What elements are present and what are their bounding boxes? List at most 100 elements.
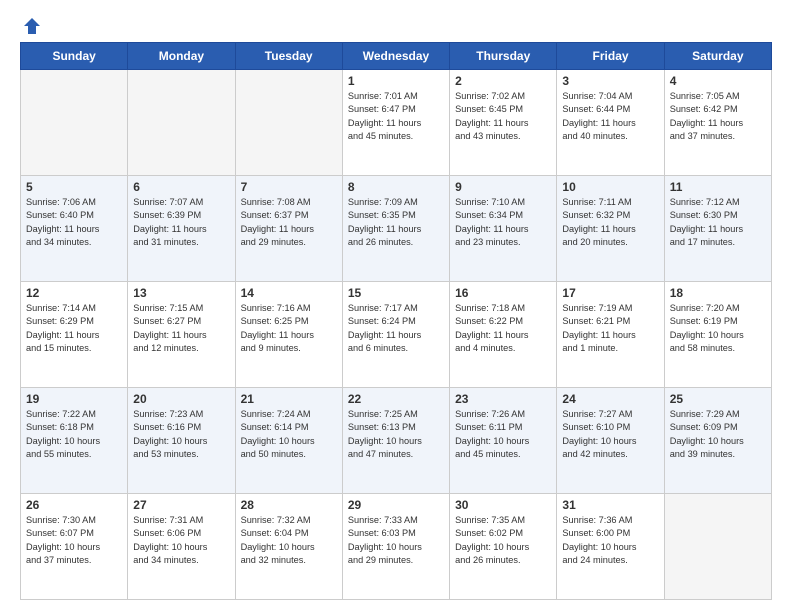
calendar-cell: 4 Sunrise: 7:05 AM Sunset: 6:42 PM Daylig…: [664, 70, 771, 176]
day-number: 16: [455, 286, 551, 300]
day-info: Sunrise: 7:15 AM Sunset: 6:27 PM Dayligh…: [133, 302, 229, 355]
calendar-cell: 16 Sunrise: 7:18 AM Sunset: 6:22 PM Dayli…: [450, 282, 557, 388]
day-number: 21: [241, 392, 337, 406]
calendar-cell: 28 Sunrise: 7:32 AM Sunset: 6:04 PM Dayli…: [235, 494, 342, 600]
weekday-header-tuesday: Tuesday: [235, 43, 342, 70]
calendar-week-2: 5 Sunrise: 7:06 AM Sunset: 6:40 PM Daylig…: [21, 176, 772, 282]
day-info: Sunrise: 7:06 AM Sunset: 6:40 PM Dayligh…: [26, 196, 122, 249]
day-number: 27: [133, 498, 229, 512]
day-number: 17: [562, 286, 658, 300]
calendar-cell: 26 Sunrise: 7:30 AM Sunset: 6:07 PM Dayli…: [21, 494, 128, 600]
day-info: Sunrise: 7:11 AM Sunset: 6:32 PM Dayligh…: [562, 196, 658, 249]
calendar-cell: 8 Sunrise: 7:09 AM Sunset: 6:35 PM Daylig…: [342, 176, 449, 282]
calendar-page: SundayMondayTuesdayWednesdayThursdayFrid…: [0, 0, 792, 612]
day-info: Sunrise: 7:12 AM Sunset: 6:30 PM Dayligh…: [670, 196, 766, 249]
calendar-cell: 27 Sunrise: 7:31 AM Sunset: 6:06 PM Dayli…: [128, 494, 235, 600]
calendar-cell: 29 Sunrise: 7:33 AM Sunset: 6:03 PM Dayli…: [342, 494, 449, 600]
calendar-cell: [21, 70, 128, 176]
logo-icon: [22, 16, 42, 36]
day-number: 31: [562, 498, 658, 512]
day-info: Sunrise: 7:02 AM Sunset: 6:45 PM Dayligh…: [455, 90, 551, 143]
day-info: Sunrise: 7:31 AM Sunset: 6:06 PM Dayligh…: [133, 514, 229, 567]
day-number: 7: [241, 180, 337, 194]
weekday-header-monday: Monday: [128, 43, 235, 70]
calendar-cell: 13 Sunrise: 7:15 AM Sunset: 6:27 PM Dayli…: [128, 282, 235, 388]
day-info: Sunrise: 7:24 AM Sunset: 6:14 PM Dayligh…: [241, 408, 337, 461]
day-info: Sunrise: 7:07 AM Sunset: 6:39 PM Dayligh…: [133, 196, 229, 249]
day-info: Sunrise: 7:10 AM Sunset: 6:34 PM Dayligh…: [455, 196, 551, 249]
calendar-cell: 2 Sunrise: 7:02 AM Sunset: 6:45 PM Daylig…: [450, 70, 557, 176]
day-info: Sunrise: 7:05 AM Sunset: 6:42 PM Dayligh…: [670, 90, 766, 143]
day-info: Sunrise: 7:35 AM Sunset: 6:02 PM Dayligh…: [455, 514, 551, 567]
weekday-header-sunday: Sunday: [21, 43, 128, 70]
calendar-cell: [664, 494, 771, 600]
calendar-cell: 5 Sunrise: 7:06 AM Sunset: 6:40 PM Daylig…: [21, 176, 128, 282]
calendar-cell: 15 Sunrise: 7:17 AM Sunset: 6:24 PM Dayli…: [342, 282, 449, 388]
calendar-week-5: 26 Sunrise: 7:30 AM Sunset: 6:07 PM Dayli…: [21, 494, 772, 600]
day-info: Sunrise: 7:17 AM Sunset: 6:24 PM Dayligh…: [348, 302, 444, 355]
day-number: 15: [348, 286, 444, 300]
day-info: Sunrise: 7:04 AM Sunset: 6:44 PM Dayligh…: [562, 90, 658, 143]
logo: [20, 16, 42, 32]
day-number: 11: [670, 180, 766, 194]
calendar-cell: 22 Sunrise: 7:25 AM Sunset: 6:13 PM Dayli…: [342, 388, 449, 494]
calendar-cell: 31Sunrise: 7:36 AM Sunset: 6:00 PM Dayli…: [557, 494, 664, 600]
day-number: 19: [26, 392, 122, 406]
day-number: 14: [241, 286, 337, 300]
day-number: 5: [26, 180, 122, 194]
weekday-header-thursday: Thursday: [450, 43, 557, 70]
day-number: 26: [26, 498, 122, 512]
day-number: 25: [670, 392, 766, 406]
calendar-cell: 17Sunrise: 7:19 AM Sunset: 6:21 PM Dayli…: [557, 282, 664, 388]
calendar-cell: 20 Sunrise: 7:23 AM Sunset: 6:16 PM Dayli…: [128, 388, 235, 494]
calendar-cell: 23Sunrise: 7:26 AM Sunset: 6:11 PM Dayli…: [450, 388, 557, 494]
calendar-table: SundayMondayTuesdayWednesdayThursdayFrid…: [20, 42, 772, 600]
day-number: 22: [348, 392, 444, 406]
day-info: Sunrise: 7:20 AM Sunset: 6:19 PM Dayligh…: [670, 302, 766, 355]
calendar-cell: 25 Sunrise: 7:29 AM Sunset: 6:09 PM Dayli…: [664, 388, 771, 494]
day-info: Sunrise: 7:22 AM Sunset: 6:18 PM Dayligh…: [26, 408, 122, 461]
day-info: Sunrise: 7:33 AM Sunset: 6:03 PM Dayligh…: [348, 514, 444, 567]
day-number: 12: [26, 286, 122, 300]
calendar-cell: 18Sunrise: 7:20 AM Sunset: 6:19 PM Dayli…: [664, 282, 771, 388]
day-number: 4: [670, 74, 766, 88]
day-number: 2: [455, 74, 551, 88]
calendar-cell: 11 Sunrise: 7:12 AM Sunset: 6:30 PM Dayli…: [664, 176, 771, 282]
calendar-cell: 7 Sunrise: 7:08 AM Sunset: 6:37 PM Daylig…: [235, 176, 342, 282]
day-number: 29: [348, 498, 444, 512]
day-info: Sunrise: 7:32 AM Sunset: 6:04 PM Dayligh…: [241, 514, 337, 567]
day-number: 24: [562, 392, 658, 406]
calendar-week-4: 19 Sunrise: 7:22 AM Sunset: 6:18 PM Dayli…: [21, 388, 772, 494]
day-info: Sunrise: 7:01 AM Sunset: 6:47 PM Dayligh…: [348, 90, 444, 143]
day-info: Sunrise: 7:23 AM Sunset: 6:16 PM Dayligh…: [133, 408, 229, 461]
calendar-cell: 1 Sunrise: 7:01 AM Sunset: 6:47 PM Daylig…: [342, 70, 449, 176]
day-info: Sunrise: 7:09 AM Sunset: 6:35 PM Dayligh…: [348, 196, 444, 249]
day-number: 30: [455, 498, 551, 512]
day-number: 3: [562, 74, 658, 88]
day-info: Sunrise: 7:25 AM Sunset: 6:13 PM Dayligh…: [348, 408, 444, 461]
day-info: Sunrise: 7:30 AM Sunset: 6:07 PM Dayligh…: [26, 514, 122, 567]
weekday-header-friday: Friday: [557, 43, 664, 70]
calendar-cell: 24Sunrise: 7:27 AM Sunset: 6:10 PM Dayli…: [557, 388, 664, 494]
day-info: Sunrise: 7:16 AM Sunset: 6:25 PM Dayligh…: [241, 302, 337, 355]
weekday-header-row: SundayMondayTuesdayWednesdayThursdayFrid…: [21, 43, 772, 70]
calendar-cell: 10Sunrise: 7:11 AM Sunset: 6:32 PM Dayli…: [557, 176, 664, 282]
calendar-cell: 6 Sunrise: 7:07 AM Sunset: 6:39 PM Daylig…: [128, 176, 235, 282]
day-number: 13: [133, 286, 229, 300]
day-info: Sunrise: 7:08 AM Sunset: 6:37 PM Dayligh…: [241, 196, 337, 249]
weekday-header-saturday: Saturday: [664, 43, 771, 70]
day-info: Sunrise: 7:18 AM Sunset: 6:22 PM Dayligh…: [455, 302, 551, 355]
day-number: 6: [133, 180, 229, 194]
day-number: 1: [348, 74, 444, 88]
calendar-cell: 3 Sunrise: 7:04 AM Sunset: 6:44 PM Daylig…: [557, 70, 664, 176]
day-number: 20: [133, 392, 229, 406]
day-number: 28: [241, 498, 337, 512]
day-info: Sunrise: 7:26 AM Sunset: 6:11 PM Dayligh…: [455, 408, 551, 461]
day-number: 8: [348, 180, 444, 194]
day-info: Sunrise: 7:14 AM Sunset: 6:29 PM Dayligh…: [26, 302, 122, 355]
calendar-cell: 30 Sunrise: 7:35 AM Sunset: 6:02 PM Dayli…: [450, 494, 557, 600]
calendar-cell: 19 Sunrise: 7:22 AM Sunset: 6:18 PM Dayli…: [21, 388, 128, 494]
calendar-cell: 21 Sunrise: 7:24 AM Sunset: 6:14 PM Dayli…: [235, 388, 342, 494]
calendar-cell: [235, 70, 342, 176]
day-info: Sunrise: 7:29 AM Sunset: 6:09 PM Dayligh…: [670, 408, 766, 461]
